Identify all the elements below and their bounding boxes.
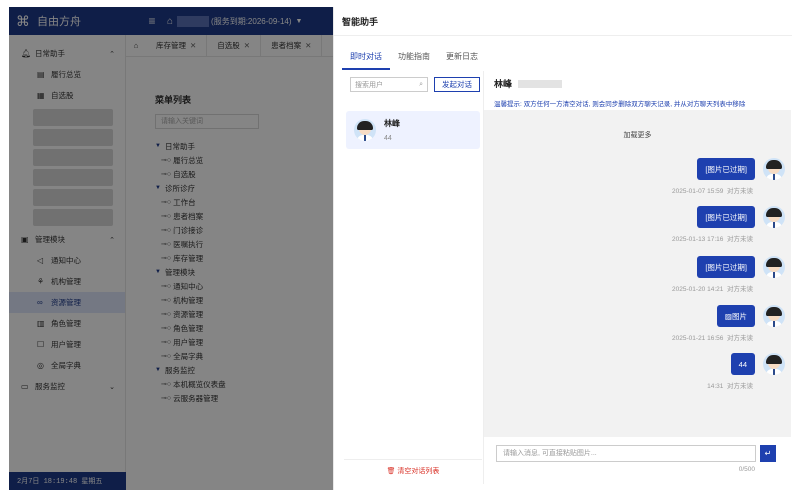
blurred-detail: [518, 79, 563, 88]
trash-icon: 🗑︎: [386, 468, 396, 475]
drawer-title: 智能助手: [334, 7, 792, 36]
avatar: [763, 353, 785, 375]
search-icon: ⌕: [419, 80, 423, 88]
modal-overlay[interactable]: [9, 7, 333, 490]
chat-message: 44: [730, 353, 785, 375]
message-bubble[interactable]: [图片已过期]: [697, 256, 755, 278]
chat-messages: 加载更多 [图片已过期] 2025-01-07 15:59 对方未读 [图片已过…: [484, 110, 791, 437]
tab-changelog[interactable]: 更新日志: [438, 47, 486, 70]
message-input[interactable]: 请输入消息, 可直接粘贴图片...: [496, 445, 756, 462]
chat-header: 林峰 温馨提示: 双方任何一方清空对话, 则会同步删除双方聊天记录, 并从对方聊…: [494, 77, 745, 108]
message-bubble[interactable]: [图片已过期]: [697, 206, 755, 228]
avatar: [354, 119, 376, 141]
broken-image-icon: ▨: [724, 311, 732, 321]
chat-message: ▨ 图片: [716, 305, 785, 327]
conversation-item[interactable]: 林峰 44: [346, 111, 480, 149]
search-row: 搜索用户 ⌕ 发起对话: [350, 77, 480, 92]
char-counter: 0/500: [738, 466, 755, 473]
clear-conversations-button[interactable]: 🗑︎ 清空对话列表: [344, 459, 482, 476]
message-meta: 2025-01-20 14:21 对方未读: [672, 286, 753, 293]
message-meta: 2025-01-21 16:56 对方未读: [672, 335, 753, 342]
conversation-list-pane: 搜索用户 ⌕ 发起对话 林峰 44 🗑︎ 清空对话列表: [344, 71, 484, 484]
avatar: [763, 206, 785, 228]
chat-partner-name: 林峰: [494, 79, 513, 89]
chat-tip: 温馨提示: 双方任何一方清空对话, 则会同步删除双方聊天记录, 并从对方聊天列表…: [494, 101, 746, 108]
chat-message: [图片已过期]: [697, 256, 785, 278]
avatar: [763, 256, 785, 278]
conversation-name: 林峰: [384, 119, 400, 128]
message-bubble[interactable]: 44: [730, 353, 755, 375]
tab-feature-guide[interactable]: 功能指南: [390, 47, 438, 70]
send-button[interactable]: ↵: [760, 445, 776, 462]
avatar: [763, 305, 785, 327]
enter-icon: ↵: [764, 449, 772, 458]
tab-instant-chat[interactable]: 即时对话: [342, 47, 390, 70]
drawer-tabs: 即时对话 功能指南 更新日志: [342, 47, 486, 70]
start-chat-button[interactable]: 发起对话: [434, 77, 480, 92]
message-meta: 2025-01-07 15:59 对方未读: [672, 188, 753, 195]
message-meta: 2025-01-13 17:16 对方未读: [672, 236, 753, 243]
assistant-drawer: 智能助手 即时对话 功能指南 更新日志 搜索用户 ⌕ 发起对话 林峰 44 🗑︎…: [333, 7, 792, 490]
chat-message: [图片已过期]: [697, 158, 785, 180]
message-composer: 请输入消息, 可直接粘贴图片... ↵ 0/500: [484, 439, 791, 484]
chat-message: [图片已过期]: [697, 206, 785, 228]
message-bubble[interactable]: ▨ 图片: [716, 305, 755, 327]
avatar: [763, 158, 785, 180]
user-search-input[interactable]: 搜索用户 ⌕: [350, 77, 428, 92]
message-meta: 14:31 对方未读: [707, 383, 753, 390]
conversation-preview: 44: [384, 135, 392, 142]
load-more-link[interactable]: 加载更多: [484, 130, 791, 140]
message-bubble[interactable]: [图片已过期]: [697, 158, 755, 180]
